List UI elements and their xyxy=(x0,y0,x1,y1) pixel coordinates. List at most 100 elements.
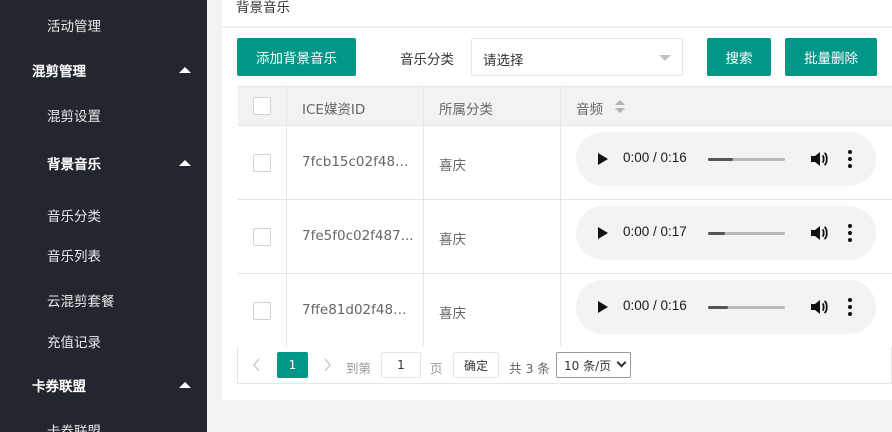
header-id-cell: ICE媒资ID xyxy=(287,87,424,125)
row-checkbox[interactable] xyxy=(253,302,271,320)
sidebar-item-music-category[interactable]: 音乐分类 xyxy=(0,203,207,227)
audio-progress-slider[interactable] xyxy=(708,232,785,235)
sidebar-item-label: 活动管理 xyxy=(47,19,101,35)
more-vertical-icon[interactable] xyxy=(847,223,853,243)
play-icon[interactable] xyxy=(598,153,608,165)
goto-page-input[interactable]: 1 xyxy=(381,352,421,378)
chevron-up-icon xyxy=(179,160,191,166)
sidebar-item-label: 充值记录 xyxy=(47,335,101,351)
sidebar-group-mix-management[interactable]: 混剪管理 xyxy=(0,58,207,82)
page-size-value: 10 条/页 xyxy=(564,358,612,373)
sidebar-item-music-list[interactable]: 音乐列表 xyxy=(0,243,207,267)
table-header: ICE媒资ID 所属分类 音频 xyxy=(238,87,892,126)
category-value: 喜庆 xyxy=(439,306,466,322)
total-count: 共 3 条 xyxy=(509,361,550,376)
sidebar-group-label: 卡券联盟 xyxy=(32,379,86,395)
sidebar-group-coupon-alliance[interactable]: 卡券联盟 xyxy=(0,373,207,397)
sidebar-item-label: 音乐分类 xyxy=(47,209,101,225)
category-select[interactable]: 请选择 xyxy=(471,38,683,76)
sidebar-item-label: 云混剪套餐 xyxy=(47,294,115,310)
caret-down-icon xyxy=(659,55,671,61)
row-checkbox[interactable] xyxy=(253,154,271,172)
pagination: 1 到第 1 页 确定 共 3 条 10 条/页 xyxy=(237,346,892,384)
sidebar-item-recharge-records[interactable]: 充值记录 xyxy=(0,329,207,353)
page-title: 背景音乐 xyxy=(236,0,290,16)
table-row: 7fe5f0c02f487... 喜庆 0:00 / 0:17 xyxy=(238,200,892,274)
audio-progress-fill xyxy=(708,158,733,161)
category-value: 喜庆 xyxy=(439,158,466,174)
goto-prefix: 到第 xyxy=(346,361,372,376)
sidebar-item-label: 混剪设置 xyxy=(47,109,101,125)
category-filter-label: 音乐分类 xyxy=(400,52,454,68)
category-cell: 喜庆 xyxy=(424,200,561,273)
music-table: ICE媒资ID 所属分类 音频 7fcb15c02f487... 喜庆 0:00… xyxy=(237,86,892,348)
category-cell: 喜庆 xyxy=(424,126,561,199)
audio-progress-slider[interactable] xyxy=(708,306,785,309)
volume-icon[interactable] xyxy=(809,298,829,316)
more-vertical-icon[interactable] xyxy=(847,297,853,317)
volume-icon[interactable] xyxy=(809,150,829,168)
id-cell: 7fe5f0c02f487... xyxy=(287,200,424,273)
main-content: 背景音乐 添加背景音乐 音乐分类 请选择 搜索 批量删除 ICE媒资ID 所属分… xyxy=(207,0,892,432)
audio-player[interactable]: 0:00 / 0:16 xyxy=(576,280,876,334)
select-all-checkbox[interactable] xyxy=(253,97,271,115)
table-row: 7ffe81d02f487... 喜庆 0:00 / 0:16 xyxy=(238,274,892,348)
media-id: 7fe5f0c02f487... xyxy=(302,228,414,244)
page-1-button[interactable]: 1 xyxy=(277,352,308,378)
row-checkbox-cell xyxy=(238,274,287,347)
sidebar-item-cloud-mix-package[interactable]: 云混剪套餐 xyxy=(0,288,207,312)
chevron-up-icon xyxy=(179,67,191,73)
chevron-up-icon xyxy=(179,382,191,388)
sidebar-group-background-music[interactable]: 背景音乐 xyxy=(0,151,207,175)
audio-player[interactable]: 0:00 / 0:16 xyxy=(576,132,876,186)
sidebar-item-coupon-alliance[interactable]: 卡券联盟 xyxy=(0,418,207,432)
sidebar-item-activity-management[interactable]: 活动管理 xyxy=(0,13,207,37)
play-icon[interactable] xyxy=(598,227,608,239)
audio-cell: 0:00 / 0:16 xyxy=(561,126,892,199)
audio-progress-fill xyxy=(708,306,729,309)
header-audio-cell[interactable]: 音频 xyxy=(561,87,892,125)
row-checkbox[interactable] xyxy=(253,228,271,246)
sidebar-item-mix-settings[interactable]: 混剪设置 xyxy=(0,103,207,127)
media-id: 7ffe81d02f487... xyxy=(302,302,414,318)
audio-time: 0:00 / 0:16 xyxy=(623,298,687,313)
batch-delete-button[interactable]: 批量删除 xyxy=(785,38,877,76)
chevron-left-icon[interactable] xyxy=(252,358,262,372)
audio-progress-slider[interactable] xyxy=(708,158,785,161)
table-row: 7fcb15c02f487... 喜庆 0:00 / 0:16 xyxy=(238,126,892,200)
audio-time: 0:00 / 0:17 xyxy=(623,224,687,239)
add-background-music-button[interactable]: 添加背景音乐 xyxy=(237,38,356,76)
content-card: 添加背景音乐 音乐分类 请选择 搜索 批量删除 ICE媒资ID 所属分类 音频 xyxy=(222,28,892,400)
chevron-right-icon[interactable] xyxy=(322,358,332,372)
header-checkbox-cell xyxy=(238,87,287,125)
header-audio: 音频 xyxy=(576,102,603,118)
volume-icon[interactable] xyxy=(809,224,829,242)
more-vertical-icon[interactable] xyxy=(847,149,853,169)
media-id: 7fcb15c02f487... xyxy=(302,154,414,170)
sort-icon[interactable] xyxy=(615,100,625,114)
category-value: 喜庆 xyxy=(439,232,466,248)
search-button[interactable]: 搜索 xyxy=(707,38,771,76)
sidebar-item-label: 卡券联盟 xyxy=(47,424,101,432)
row-checkbox-cell xyxy=(238,126,287,199)
header-category-cell: 所属分类 xyxy=(424,87,561,125)
audio-cell: 0:00 / 0:16 xyxy=(561,274,892,347)
row-checkbox-cell xyxy=(238,200,287,273)
chevron-down-icon xyxy=(616,357,627,368)
audio-progress-fill xyxy=(708,232,725,235)
goto-suffix: 页 xyxy=(430,361,443,376)
header-id: ICE媒资ID xyxy=(302,102,366,118)
audio-time: 0:00 / 0:16 xyxy=(623,150,687,165)
id-cell: 7ffe81d02f487... xyxy=(287,274,424,347)
audio-cell: 0:00 / 0:17 xyxy=(561,200,892,273)
page-size-select[interactable]: 10 条/页 xyxy=(556,352,631,378)
audio-player[interactable]: 0:00 / 0:17 xyxy=(576,206,876,260)
play-icon[interactable] xyxy=(598,301,608,313)
sidebar-item-label: 音乐列表 xyxy=(47,249,101,265)
card-header: 背景音乐 xyxy=(222,0,892,27)
goto-confirm-button[interactable]: 确定 xyxy=(453,352,499,378)
sidebar: 活动管理 混剪管理 混剪设置 背景音乐 音乐分类 音乐列表 云混剪套餐 充值记录… xyxy=(0,0,207,432)
header-category: 所属分类 xyxy=(439,102,493,118)
category-cell: 喜庆 xyxy=(424,274,561,347)
sidebar-group-label: 混剪管理 xyxy=(32,64,86,80)
